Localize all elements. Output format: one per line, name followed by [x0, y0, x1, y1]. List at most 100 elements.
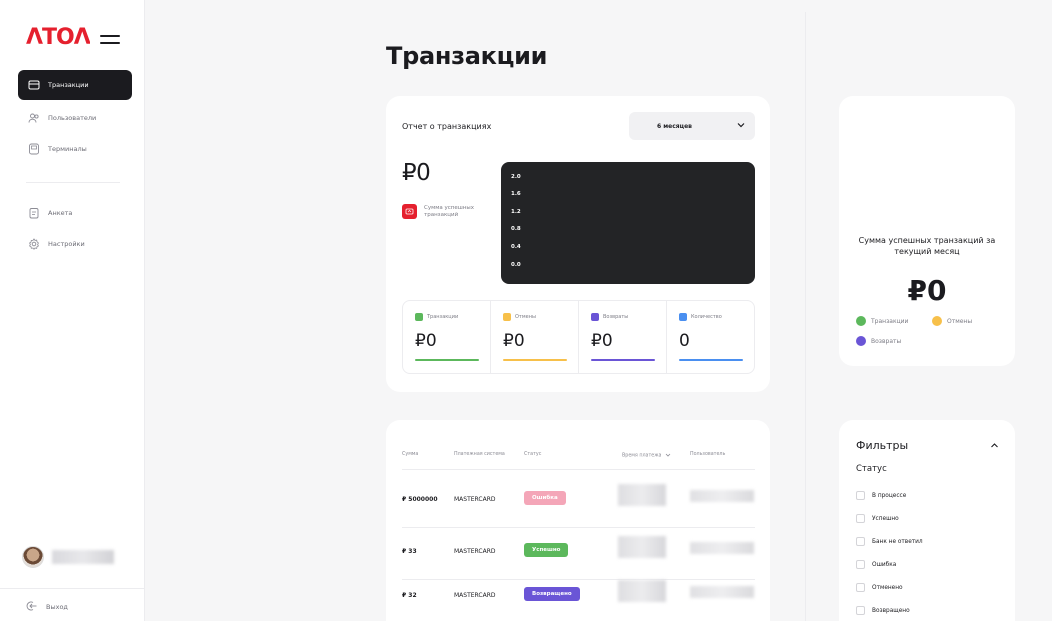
terminal-icon	[28, 143, 40, 155]
chart-tick: 0.8	[511, 226, 521, 232]
stats-row: Транзакции ₽0 Отмены ₽0 Возвраты ₽0 Коли…	[402, 300, 755, 374]
stat-value: ₽0	[591, 331, 613, 351]
stat-cancellations: Отмены ₽0	[491, 301, 579, 373]
svg-text:ΛTOΛ: ΛTOΛ	[26, 25, 90, 47]
user-profile[interactable]	[22, 546, 114, 568]
checkbox[interactable]	[856, 606, 865, 615]
stat-label: Возвраты	[603, 314, 629, 320]
checkbox[interactable]	[856, 583, 865, 592]
sidebar-item-label: Транзакции	[48, 81, 89, 89]
filter-option-cancelled[interactable]: Отменено	[856, 583, 903, 592]
legend-dot-icon	[932, 316, 942, 326]
filters-card: Фильтры Статус В процессе Успешно Банк н…	[839, 420, 1015, 621]
filter-option-error[interactable]: Ошибка	[856, 560, 896, 569]
row-payment-system: MASTERCARD	[454, 592, 496, 599]
sidebar-item-transactions[interactable]: Транзакции	[18, 70, 132, 100]
period-select[interactable]: 6 месяцев	[629, 112, 755, 140]
filter-option-label: Возвращено	[872, 607, 910, 614]
column-header-label: Время платежа	[622, 453, 662, 459]
stat-label: Количество	[691, 314, 722, 320]
success-legend: Сумма успешных транзакций	[402, 204, 482, 219]
column-header-user[interactable]: Пользователь	[690, 452, 725, 457]
transactions-chart: 2.0 1.6 1.2 0.8 0.4 0.0	[501, 162, 755, 284]
chart-tick: 1.6	[511, 191, 521, 197]
legend-label: Отмены	[947, 317, 973, 325]
column-header-status[interactable]: Статус	[524, 452, 541, 457]
stat-count: Количество 0	[667, 301, 754, 373]
filter-option-label: Отменено	[872, 584, 903, 591]
sidebar-item-users[interactable]: Пользователи	[18, 103, 132, 133]
status-badge: Возвращено	[524, 587, 580, 601]
sidebar-item-label: Анкета	[48, 209, 73, 217]
chevron-down-icon	[737, 123, 745, 128]
stat-label: Отмены	[515, 314, 536, 320]
logo[interactable]: ΛTOΛ	[26, 24, 120, 54]
sidebar: ΛTOΛ Транзакции Пользователи Терминалы А…	[0, 0, 145, 621]
checkbox[interactable]	[856, 514, 865, 523]
row-sum: ₽ 5000000	[402, 496, 438, 503]
user-redacted	[690, 490, 754, 502]
payment-time-redacted	[618, 580, 666, 602]
sidebar-item-form[interactable]: Анкета	[18, 198, 132, 228]
filter-option-label: Банк не ответил	[872, 538, 923, 545]
filter-option-refunded[interactable]: Возвращено	[856, 606, 910, 615]
user-name-redacted	[52, 550, 114, 564]
legend-item-refunds: Возвраты	[856, 336, 901, 346]
row-sum: ₽ 32	[402, 592, 417, 599]
menu-toggle-icon[interactable]	[100, 35, 120, 45]
sidebar-item-label: Пользователи	[48, 114, 97, 122]
stat-value: 0	[679, 331, 690, 351]
users-icon	[28, 112, 40, 124]
stat-value: ₽0	[415, 331, 437, 351]
count-dot-icon	[679, 313, 687, 321]
logout-button[interactable]: Выход	[26, 600, 68, 614]
row-payment-system: MASTERCARD	[454, 548, 496, 555]
table-row[interactable]: ₽ 5000000 MASTERCARD Ошибка	[402, 476, 755, 528]
column-header-sum[interactable]: Сумма	[402, 452, 418, 457]
user-redacted	[690, 586, 754, 598]
chart-tick: 0.0	[511, 262, 521, 268]
report-title: Отчет о транзакциях	[402, 122, 492, 131]
chart-tick: 2.0	[511, 174, 521, 180]
row-sum: ₽ 33	[402, 548, 417, 555]
sidebar-item-settings[interactable]: Настройки	[18, 229, 132, 259]
nav-divider	[26, 182, 120, 183]
bottom-divider	[0, 588, 145, 589]
table-row[interactable]: ₽ 32 MASTERCARD Возвращено	[402, 572, 755, 618]
chart-tick: 1.2	[511, 209, 521, 215]
status-badge: Успешно	[524, 543, 569, 557]
legend-label: Возвраты	[871, 337, 902, 345]
stat-bar	[591, 359, 655, 361]
legend-dot-icon	[856, 316, 866, 326]
status-badge: Ошибка	[524, 491, 566, 505]
filter-option-in-progress[interactable]: В процессе	[856, 491, 906, 500]
checkbox[interactable]	[856, 537, 865, 546]
transactions-dot-icon	[415, 313, 423, 321]
month-summary-total: ₽0	[907, 274, 947, 307]
page-title: Транзакции	[386, 42, 548, 70]
status-filter-label: Статус	[856, 464, 887, 474]
legend-item-transactions: Транзакции	[856, 316, 908, 326]
payment-time-redacted	[618, 484, 666, 506]
checkbox[interactable]	[856, 560, 865, 569]
cancellations-dot-icon	[503, 313, 511, 321]
logout-icon	[26, 600, 38, 614]
filter-option-label: В процессе	[872, 492, 907, 499]
sidebar-item-terminals[interactable]: Терминалы	[18, 134, 132, 164]
filter-option-bank-no-response[interactable]: Банк не ответил	[856, 537, 923, 546]
legend-label: Транзакции	[871, 317, 909, 325]
table-header: Сумма Платежная система Статус Время пла…	[402, 448, 755, 470]
table-row[interactable]: ₽ 33 MASTERCARD Успешно	[402, 528, 755, 580]
chevron-up-icon[interactable]	[990, 441, 999, 450]
filter-option-success[interactable]: Успешно	[856, 514, 899, 523]
refunds-dot-icon	[591, 313, 599, 321]
column-header-payment-system[interactable]: Платежная система	[454, 452, 505, 457]
period-value: 6 месяцев	[657, 122, 692, 130]
checkbox[interactable]	[856, 491, 865, 500]
user-redacted	[690, 542, 754, 554]
success-sum-icon	[402, 204, 417, 219]
column-header-payment-time[interactable]: Время платежа	[622, 452, 671, 459]
month-summary-title: Сумма успешных транзакций за текущий мес…	[858, 236, 996, 256]
form-icon	[28, 207, 40, 219]
legend-dot-icon	[856, 336, 866, 346]
